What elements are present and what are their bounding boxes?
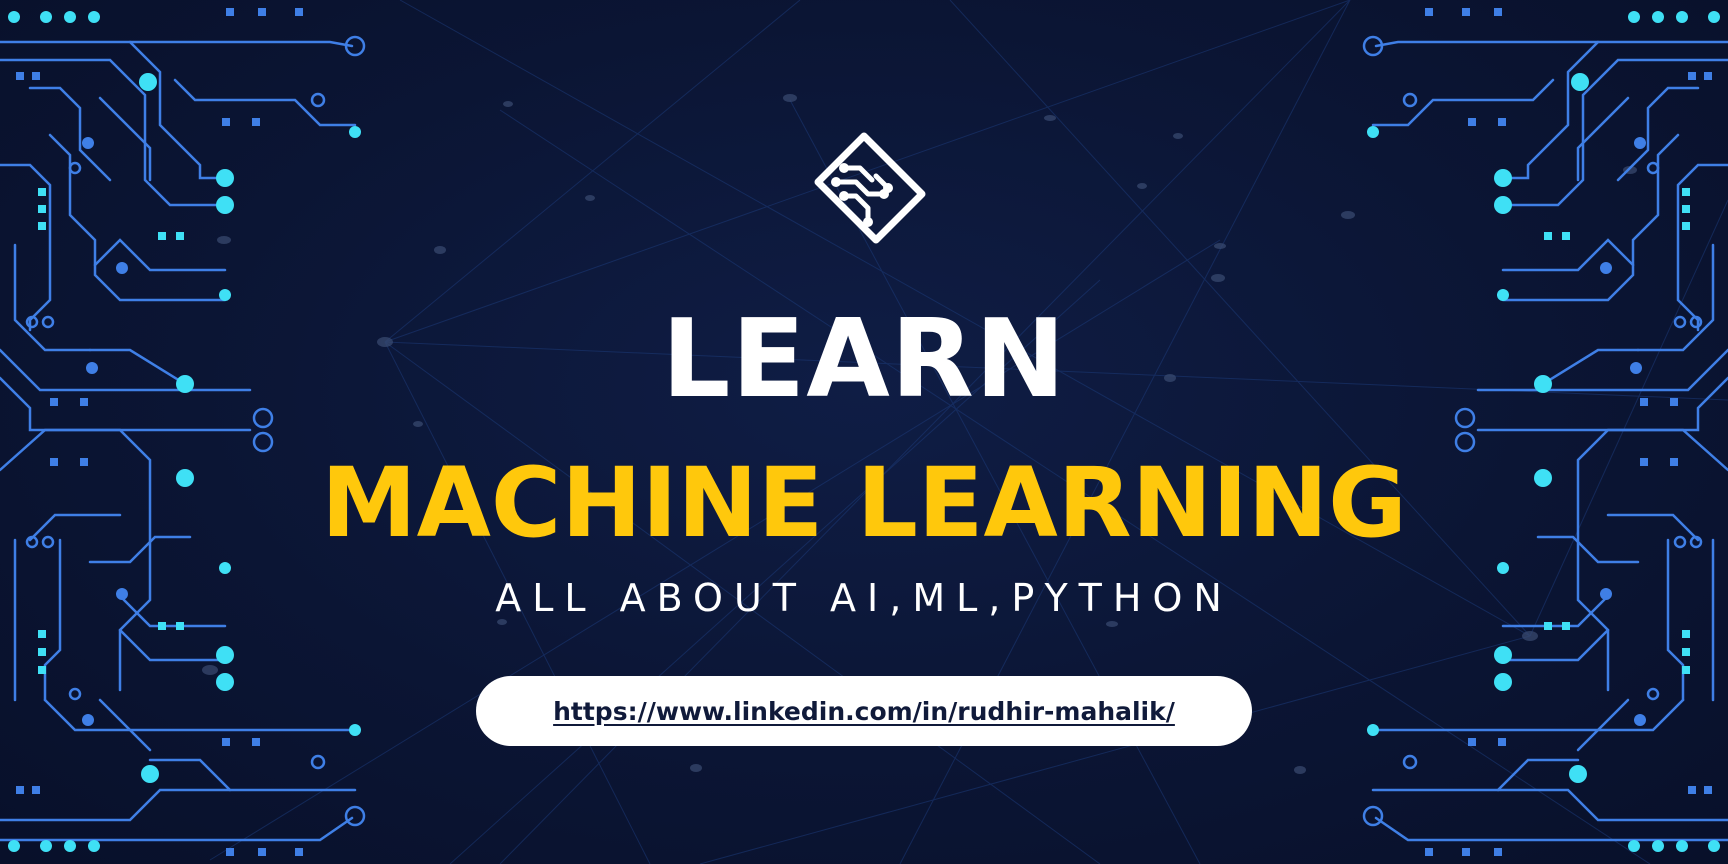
headline-learn: LEARN: [661, 297, 1067, 422]
circuit-board-pattern-right: [1362, 8, 1728, 856]
circuit-chip-logo-icon: [814, 132, 926, 244]
url-pill: https://www.linkedin.com/in/rudhir-mahal…: [476, 676, 1252, 746]
banner: LEARN MACHINE LEARNING ALL ABOUT AI,ML,P…: [0, 0, 1728, 864]
linkedin-profile-link[interactable]: https://www.linkedin.com/in/rudhir-mahal…: [553, 697, 1175, 726]
tagline: ALL ABOUT AI,ML,PYTHON: [495, 576, 1233, 620]
circuit-board-pattern-left: [0, 8, 366, 856]
headline-machine-learning: MACHINE LEARNING: [321, 447, 1407, 559]
